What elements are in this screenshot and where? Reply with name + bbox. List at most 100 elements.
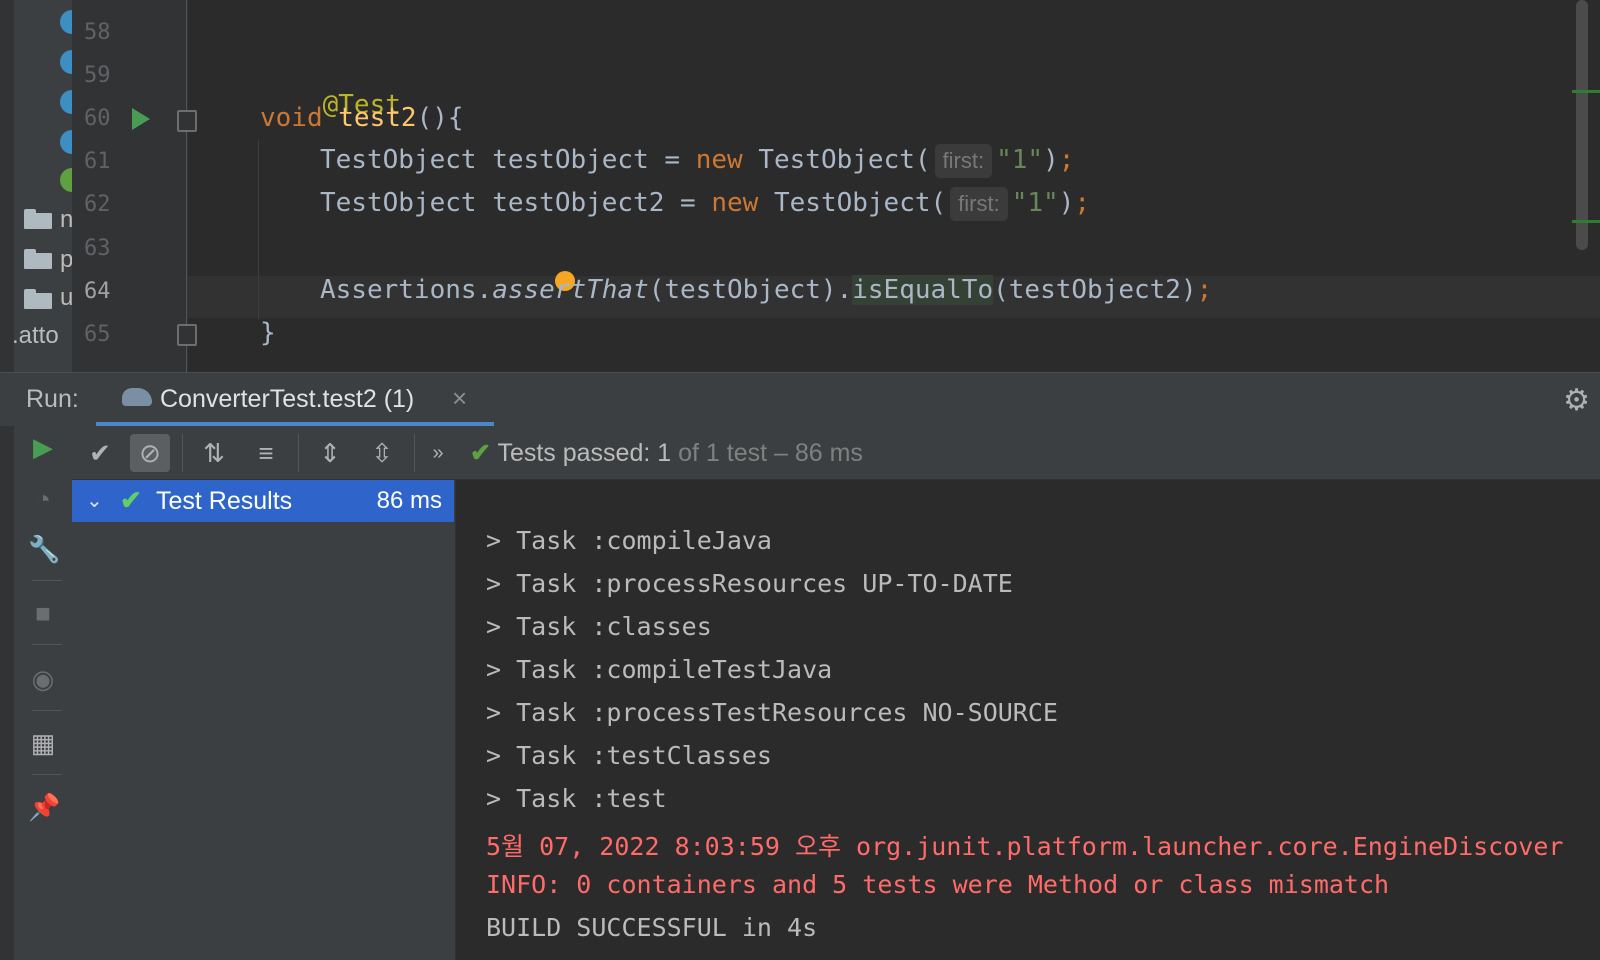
run-test-gutter-icon[interactable] — [132, 108, 150, 130]
tests-summary: of 1 test – 86 ms — [671, 439, 863, 467]
console-line: > Task :compileTestJava — [486, 655, 833, 684]
semicolon: ; — [1058, 145, 1075, 175]
fold-marker-icon[interactable] — [177, 324, 197, 346]
stop-icon[interactable]: ■ — [28, 598, 58, 628]
separator — [414, 434, 415, 472]
tests-passed-label: Tests passed: 1 — [497, 439, 672, 467]
line-number: 61 — [84, 149, 111, 174]
rerun-icon[interactable]: ▶ — [28, 432, 58, 462]
wrench-icon[interactable]: 🔧 — [28, 534, 60, 564]
code-line-64: Assertions.assertThat(testObject).isEqua… — [320, 275, 1212, 305]
folder-label[interactable]: p — [60, 246, 72, 274]
code-editor[interactable]: 58 59 60 61 62 63 64 65 @Test void test2… — [72, 0, 1600, 372]
semicolon: ; — [1074, 188, 1091, 218]
folder-icon[interactable] — [24, 289, 52, 309]
line-number: 62 — [84, 192, 111, 217]
paren: ) — [1058, 188, 1075, 218]
tree-row-duration: 86 ms — [376, 487, 442, 514]
console-output[interactable]: > Task :compileJava > Task :processResou… — [456, 480, 1600, 960]
code-text: (testObject2) — [993, 275, 1197, 305]
test-class-icon — [60, 168, 72, 192]
test-status: ✔ Tests passed: 1 of 1 test – 86 ms — [470, 438, 863, 468]
keyword: new — [695, 145, 743, 175]
constructor-call: TestObject( — [758, 145, 931, 175]
gear-icon[interactable]: ⚙ — [1563, 383, 1590, 418]
constructor-call: TestObject( — [773, 188, 947, 218]
console-line: > Task :processTestResources NO-SOURCE — [486, 698, 1058, 727]
class-icon — [60, 90, 72, 114]
line-number: 60 — [84, 106, 111, 131]
run-tab[interactable]: ConverterTest.test2 (1) × — [96, 373, 496, 427]
line-number: 64 — [84, 279, 111, 304]
highlighted-method: isEqualTo — [852, 275, 994, 305]
line-number: 65 — [84, 322, 111, 347]
debug-icon[interactable]: ◔ — [28, 484, 58, 514]
separator — [32, 710, 62, 711]
code-line-65: } — [260, 318, 276, 348]
show-ignored-icon[interactable]: ⊘ — [130, 434, 170, 472]
left-tool-stripe — [0, 0, 14, 372]
editor-scrollbar[interactable] — [1576, 0, 1588, 250]
left-tool-stripe — [0, 426, 14, 960]
sort-duration-icon[interactable]: ≡ — [246, 434, 286, 472]
folder-icon[interactable] — [24, 249, 52, 269]
line-number: 63 — [84, 236, 111, 261]
string-literal: "1" — [996, 145, 1044, 175]
show-passed-icon[interactable]: ✔ — [80, 434, 120, 472]
tree-row-test-results[interactable]: ⌄ ✔ Test Results 86 ms — [72, 480, 454, 522]
console-line: > Task :compileJava — [486, 526, 772, 555]
folder-label[interactable]: n — [60, 206, 72, 234]
separator — [32, 644, 62, 645]
gradle-elephant-icon — [122, 388, 152, 406]
project-panel: n p u .atto — [0, 0, 72, 372]
chevron-down-icon[interactable]: ⌄ — [86, 488, 103, 513]
run-label: Run: — [26, 385, 79, 413]
expand-all-icon[interactable]: ⇕ — [310, 434, 350, 472]
keyword: new — [711, 188, 759, 218]
console-line: > Task :classes — [486, 612, 712, 641]
collapse-all-icon[interactable]: ⇳ — [362, 434, 402, 472]
paren: ) — [1043, 145, 1059, 175]
parameter-hint: first: — [950, 187, 1008, 221]
test-results-tree: ⌄ ✔ Test Results 86 ms — [72, 480, 456, 960]
change-marker[interactable] — [1572, 220, 1600, 223]
console-line: > Task :test — [486, 784, 667, 813]
separator — [32, 774, 62, 775]
semicolon: ; — [1196, 275, 1213, 305]
separator — [182, 434, 183, 472]
operator: = — [648, 145, 696, 175]
layout-icon[interactable]: ▦ — [28, 728, 58, 758]
console-line: > Task :processResources UP-TO-DATE — [486, 569, 1013, 598]
sort-alpha-icon[interactable]: ⇅ — [194, 434, 234, 472]
method-name: test2 — [338, 103, 417, 133]
check-icon: ✔ — [120, 485, 142, 515]
code-line-60: void test2(){ — [260, 103, 464, 133]
static-method: assertThat — [492, 275, 649, 305]
variable-name: testObject — [492, 145, 649, 175]
separator — [32, 580, 62, 581]
folder-icon[interactable] — [24, 209, 52, 229]
more-icon[interactable]: » — [418, 434, 458, 472]
variable-name: testObject2 — [492, 188, 665, 218]
console-line-error: INFO: 0 containers and 5 tests were Meth… — [486, 870, 1390, 899]
class-icon — [60, 130, 72, 154]
check-icon: ✔ — [470, 439, 491, 467]
run-tab-title[interactable]: ConverterTest.test2 (1) — [160, 385, 414, 414]
tree-row-label[interactable]: Test Results — [156, 487, 292, 516]
console-line: > Task :testClasses — [486, 741, 772, 770]
eye-icon[interactable]: ◉ — [28, 664, 58, 694]
run-side-toolbar: ▶ ◔ 🔧 ■ ◉ ▦ 📌 — [0, 426, 72, 960]
change-marker[interactable] — [1572, 90, 1600, 93]
pin-icon[interactable]: 📌 — [28, 792, 60, 822]
console-line-error: 5월 07, 2022 8:03:59 오후 org.junit.platfor… — [486, 832, 1564, 861]
fold-marker-icon[interactable] — [177, 110, 197, 132]
parameter-hint: first: — [934, 144, 993, 178]
line-number: 59 — [84, 63, 111, 88]
closing-brace: } — [260, 318, 276, 348]
close-tab-icon[interactable]: × — [452, 383, 467, 414]
run-tool-window-header: Run: ConverterTest.test2 (1) × ⚙ — [0, 372, 1600, 427]
file-label[interactable]: .atto — [12, 322, 59, 350]
console-line: BUILD SUCCESSFUL in 4s — [486, 913, 818, 942]
code-text: (){ — [416, 103, 464, 133]
folder-label[interactable]: u — [60, 284, 72, 312]
